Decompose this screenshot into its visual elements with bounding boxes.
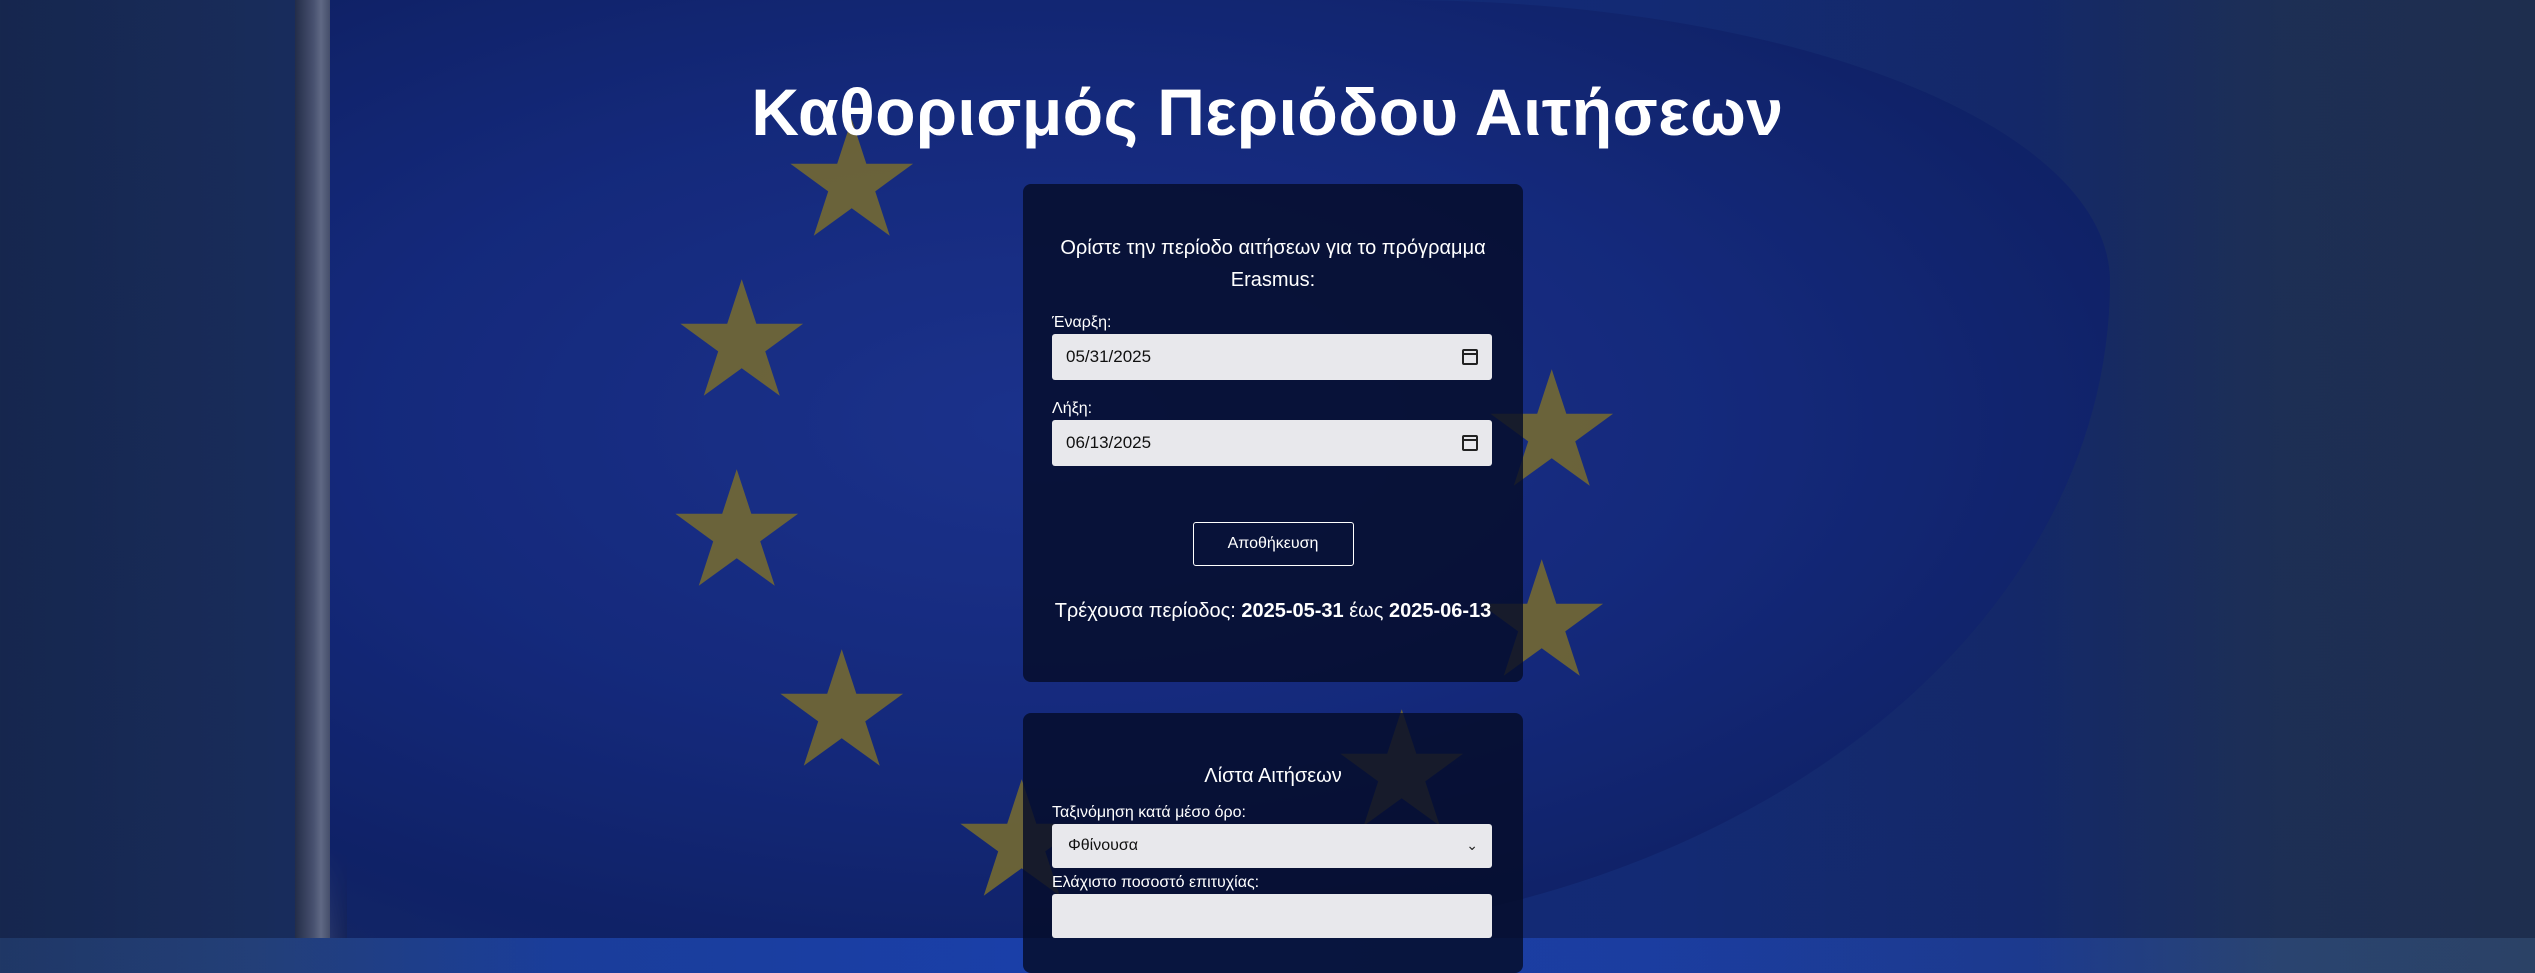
min-success-input[interactable] <box>1052 894 1492 938</box>
applications-list-panel: Λίστα Αιτήσεων Ταξινόμηση κατά μέσο όρο:… <box>1023 713 1523 973</box>
end-date-value: 06/13/2025 <box>1066 433 1152 452</box>
end-date-label: Λήξη: <box>1052 400 1093 417</box>
current-period-separator: έως <box>1349 600 1384 622</box>
end-date-input[interactable]: 06/13/2025 <box>1052 420 1492 466</box>
applications-list-title: Λίστα Αιτήσεων <box>1204 765 1342 787</box>
chevron-down-icon: ⌄ <box>1466 838 1478 854</box>
period-panel: Ορίστε την περίοδο αιτήσεων για το πρόγρ… <box>1023 184 1523 682</box>
current-period-end: 2025-06-13 <box>1388 600 1492 622</box>
current-period-prefix: Τρέχουσα περίοδος: <box>1054 600 1236 622</box>
page-title: Καθορισμός Περιόδου Αιτήσεων <box>751 75 1784 149</box>
start-date-label: Έναρξη: <box>1052 314 1112 331</box>
current-period-start: 2025-05-31 <box>1241 600 1344 622</box>
period-intro-text: Ορίστε την περίοδο αιτήσεων για το πρόγρ… <box>1060 237 1486 291</box>
sort-label: Ταξινόμηση κατά μέσο όρο: <box>1052 804 1246 821</box>
min-success-label: Ελάχιστο ποσοστό επιτυχίας: <box>1052 874 1260 891</box>
calendar-icon[interactable] <box>1462 349 1478 365</box>
start-date-input[interactable]: 05/31/2025 <box>1052 334 1492 380</box>
sort-order-select[interactable]: Φθίνουσα ⌄ <box>1052 824 1492 868</box>
current-period-text: Τρέχουσα περίοδος: 2025-05-31 έως 2025-0… <box>1052 600 1494 623</box>
calendar-icon[interactable] <box>1462 435 1478 451</box>
start-date-value: 05/31/2025 <box>1066 347 1152 366</box>
sort-order-value: Φθίνουσα <box>1068 837 1138 854</box>
save-button[interactable]: Αποθήκευση <box>1192 522 1354 566</box>
